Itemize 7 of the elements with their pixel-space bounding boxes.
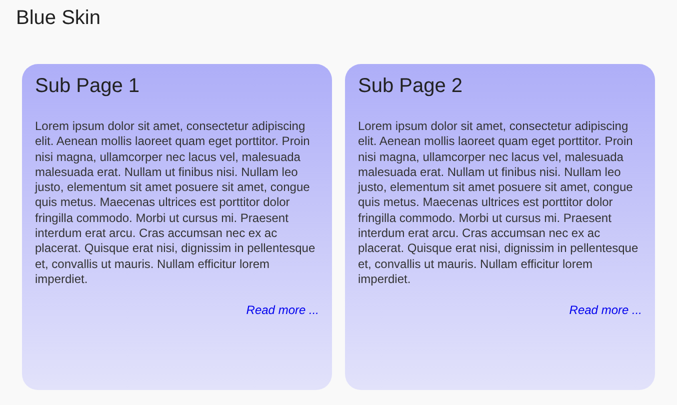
read-more-link[interactable]: Read more ... — [569, 303, 642, 318]
read-more-link[interactable]: Read more ... — [246, 303, 319, 318]
card-title: Sub Page 1 — [35, 74, 140, 98]
card-title: Sub Page 2 — [358, 74, 463, 98]
card-text: Lorem ipsum dolor sit amet, consectetur adipiscing elit. Aenean mollis laoreet quam eget porttitor. Proin nisi magna, ullamcorper nec lacus vel, malesuada malesuada erat. Nullam ut finibus nisi. Nullam leo justo, elementum sit amet posuere sit amet, congue quis metus. Maecenas ultrices est porttitor dolor fringilla commodo. Morbi ut cursus mi. Praesent interdum erat arcu. Cras accumsan nec ex ac placerat. Quisque erat nisi, dignissim in pellentesque et, convallis ut mauris. Nullam efficitur lorem imperdiet. — [35, 119, 316, 288]
page-title: Blue Skin — [16, 6, 100, 30]
card-text: Lorem ipsum dolor sit amet, consectetur adipiscing elit. Aenean mollis laoreet quam eget porttitor. Proin nisi magna, ullamcorper nec lacus vel, malesuada malesuada erat. Nullam ut finibus nisi. Nullam leo justo, elementum sit amet posuere sit amet, congue quis metus. Maecenas ultrices est porttitor dolor fringilla commodo. Morbi ut cursus mi. Praesent interdum erat arcu. Cras accumsan nec ex ac placerat. Quisque erat nisi, dignissim in pellentesque et, convallis ut mauris. Nullam efficitur lorem imperdiet. — [358, 119, 640, 288]
